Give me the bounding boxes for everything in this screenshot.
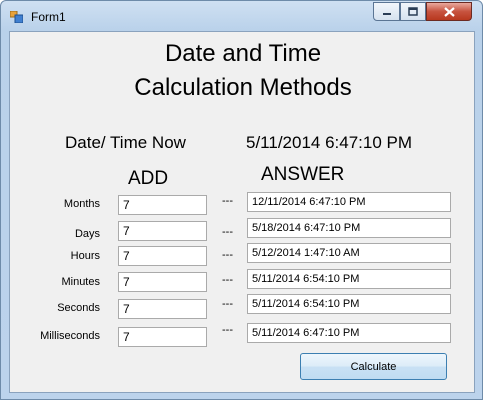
title-bar[interactable]: Form1	[1, 1, 482, 31]
seconds-add-input[interactable]	[118, 299, 207, 319]
seconds-separator: ---	[222, 298, 233, 310]
months-add-input[interactable]	[118, 195, 207, 215]
hours-add-input[interactable]	[118, 246, 207, 266]
days-answer-field[interactable]	[247, 218, 451, 238]
heading-line-2: Calculation Methods	[134, 74, 352, 101]
milliseconds-separator: ---	[222, 324, 233, 336]
milliseconds-add-input[interactable]	[118, 327, 207, 347]
milliseconds-answer-field[interactable]	[247, 323, 451, 343]
form-client-area: Date and Time Calculation Methods Date/ …	[9, 31, 475, 393]
add-column-header: ADD	[128, 168, 169, 189]
maximize-icon	[408, 7, 418, 16]
app-icon	[10, 11, 23, 23]
seconds-label: Seconds	[57, 302, 100, 314]
answer-column-header: ANSWER	[261, 164, 345, 185]
days-add-input[interactable]	[118, 221, 207, 241]
milliseconds-label: Milliseconds	[40, 330, 100, 342]
minutes-separator: ---	[222, 274, 233, 286]
calculate-button[interactable]: Calculate	[300, 353, 447, 380]
now-value: 5/11/2014 6:47:10 PM	[246, 133, 413, 152]
minutes-answer-field[interactable]	[247, 269, 451, 289]
months-label: Months	[63, 198, 100, 210]
app-window: Form1 Date and Time Calculation Methods …	[0, 0, 483, 400]
heading-line-1: Date and Time	[164, 40, 322, 67]
close-icon	[443, 6, 455, 17]
minimize-icon	[382, 12, 391, 15]
now-label: Date/ Time Now	[65, 133, 186, 152]
minutes-label: Minutes	[61, 276, 100, 288]
hours-label: Hours	[70, 250, 100, 262]
days-separator: ---	[222, 226, 233, 238]
minutes-add-input[interactable]	[118, 272, 207, 292]
close-button[interactable]	[426, 2, 472, 21]
window-title: Form1	[31, 10, 66, 24]
months-separator: ---	[222, 195, 233, 207]
maximize-button[interactable]	[400, 2, 426, 21]
days-label: Days	[74, 228, 100, 240]
months-answer-field[interactable]	[247, 192, 451, 212]
minimize-button[interactable]	[373, 2, 400, 21]
seconds-answer-field[interactable]	[247, 294, 451, 314]
hours-separator: ---	[222, 249, 233, 261]
hours-answer-field[interactable]	[247, 243, 451, 263]
